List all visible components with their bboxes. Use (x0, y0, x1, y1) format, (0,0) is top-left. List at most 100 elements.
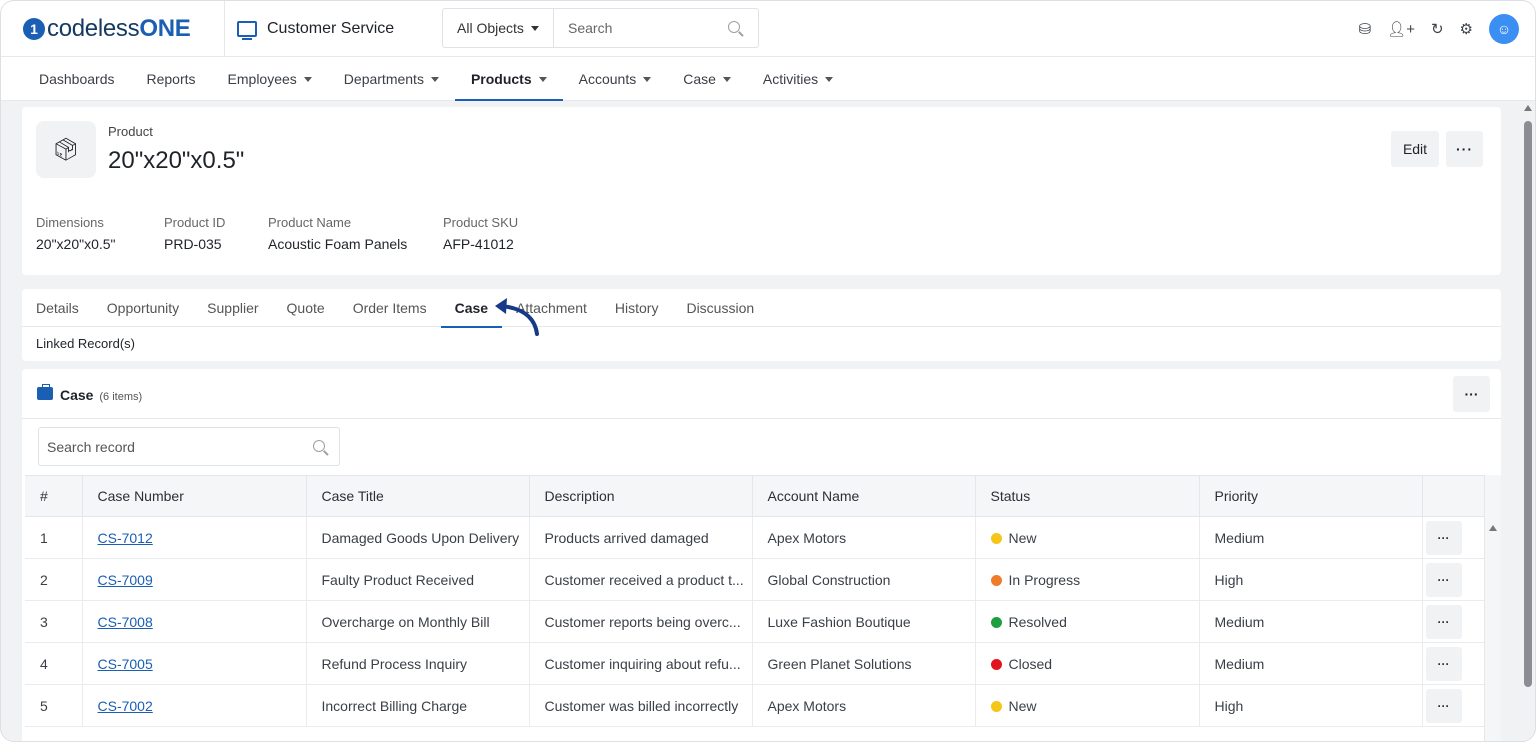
tab-discussion[interactable]: Discussion (672, 289, 768, 327)
priority-cell: Medium (1199, 600, 1423, 643)
record-title: 20"x20"x0.5" (108, 147, 245, 174)
tab-details[interactable]: Details (22, 289, 93, 327)
page-scrollbar[interactable] (1523, 105, 1532, 741)
priority-cell: High (1199, 558, 1423, 601)
product-header-card: 📦︎ Product 20"x20"x0.5" Edit ··· Dimensi… (22, 107, 1501, 275)
row-more-button[interactable]: ··· (1425, 562, 1462, 597)
related-tabs-card: Details Opportunity Supplier Quote Order… (22, 289, 1501, 361)
account-cell: Apex Motors (752, 684, 976, 727)
edit-button[interactable]: Edit (1391, 131, 1439, 167)
tab-quote[interactable]: Quote (273, 289, 339, 327)
history-icon[interactable]: ↻ (1431, 20, 1444, 38)
nav-activities[interactable]: Activities (747, 57, 849, 101)
row-action-cell: ··· (1422, 516, 1484, 559)
col-priority[interactable]: Priority (1199, 475, 1423, 517)
chevron-down-icon (538, 76, 547, 82)
add-user-icon[interactable]: 👤︎+ (1387, 20, 1415, 38)
object-select-value: All Objects (457, 20, 524, 36)
row-action-cell: ··· (1422, 684, 1484, 727)
gear-icon[interactable]: ⚙ (1460, 20, 1473, 38)
case-count: (6 items) (99, 391, 143, 403)
tab-supplier[interactable]: Supplier (193, 289, 272, 327)
search-placeholder: Search (568, 20, 613, 36)
nav-dashboards[interactable]: Dashboards (23, 57, 131, 101)
field-label: Dimensions (36, 215, 104, 230)
nav-case[interactable]: Case (667, 57, 747, 101)
nav-products[interactable]: Products (454, 57, 563, 101)
record-tabs: Details Opportunity Supplier Quote Order… (22, 289, 1501, 328)
case-title-cell: Overcharge on Monthly Bill (306, 600, 530, 643)
scroll-up-icon[interactable] (1489, 525, 1497, 531)
brand-logo[interactable]: 1 codelessONE (23, 15, 191, 43)
nav-employees[interactable]: Employees (212, 57, 328, 101)
case-number-cell: CS-7008 (82, 600, 307, 643)
description-cell: Products arrived damaged (529, 516, 753, 559)
row-more-button[interactable]: ··· (1425, 688, 1462, 723)
nav-reports[interactable]: Reports (131, 57, 212, 101)
tab-order-items[interactable]: Order Items (339, 289, 441, 327)
table-scrollbar[interactable] (1484, 475, 1501, 741)
col-index[interactable]: # (25, 475, 83, 517)
case-title-cell: Refund Process Inquiry (306, 642, 530, 685)
scroll-thumb[interactable] (1524, 121, 1532, 687)
case-number-link[interactable]: CS-7005 (98, 656, 153, 672)
case-number-cell: CS-7005 (82, 642, 307, 685)
search-icon[interactable] (728, 21, 740, 33)
field-product-sku: Product SKU AFP-41012 (443, 215, 518, 252)
account-cell: Global Construction (752, 558, 976, 601)
search-icon[interactable] (313, 440, 325, 452)
case-list-header: Case (6 items) ··· (22, 369, 1501, 419)
global-search-input[interactable]: Search (554, 9, 758, 47)
global-search-group: All Objects Search (442, 8, 759, 48)
col-case-number[interactable]: Case Number (82, 475, 307, 517)
row-index: 3 (25, 600, 83, 643)
status-cell: New (975, 684, 1200, 727)
row-more-button[interactable]: ··· (1425, 604, 1462, 639)
col-status[interactable]: Status (975, 475, 1200, 517)
col-description[interactable]: Description (529, 475, 753, 517)
linked-records-label: Linked Record(s) (36, 336, 135, 351)
nav-label: Products (470, 71, 532, 87)
case-table: # Case Number Case Title Description Acc… (25, 475, 1484, 727)
case-number-link[interactable]: CS-7002 (98, 698, 153, 714)
table-row: 5 CS-7002 Incorrect Billing Charge Custo… (25, 684, 1484, 727)
more-actions-button[interactable]: ··· (1446, 131, 1483, 167)
col-case-title[interactable]: Case Title (306, 475, 530, 517)
case-more-button[interactable]: ··· (1453, 376, 1490, 412)
priority-cell: Medium (1199, 516, 1423, 559)
scroll-up-icon[interactable] (1524, 105, 1532, 111)
top-icons: ⛁ 👤︎+ ↻ ⚙ ☺ (1343, 13, 1519, 45)
case-title-cell: Damaged Goods Upon Delivery (306, 516, 530, 559)
logo-text: codelessONE (47, 15, 191, 42)
row-index: 4 (25, 642, 83, 685)
nav-departments[interactable]: Departments (328, 57, 455, 101)
chevron-down-icon (722, 76, 731, 82)
record-search-input[interactable]: Search record (38, 427, 340, 466)
tab-opportunity[interactable]: Opportunity (93, 289, 193, 327)
top-bar: 1 codelessONE Customer Service All Objec… (1, 1, 1535, 57)
description-cell: Customer inquiring about refu... (529, 642, 753, 685)
nav-label: Activities (762, 71, 819, 87)
status-text: In Progress (1008, 571, 1081, 588)
user-avatar-icon[interactable]: ☺ (1489, 14, 1519, 44)
account-cell: Apex Motors (752, 516, 976, 559)
status-text: Resolved (1008, 613, 1067, 630)
col-account-name[interactable]: Account Name (752, 475, 976, 517)
case-number-link[interactable]: CS-7009 (98, 572, 153, 588)
app-switcher[interactable]: Customer Service (224, 1, 394, 57)
tab-history[interactable]: History (601, 289, 673, 327)
case-number-link[interactable]: CS-7012 (98, 530, 153, 546)
nav-accounts[interactable]: Accounts (563, 57, 668, 101)
database-icon[interactable]: ⛁ (1359, 20, 1372, 38)
chevron-down-icon (303, 76, 312, 82)
object-select[interactable]: All Objects (443, 9, 554, 47)
record-search-placeholder: Search record (47, 438, 135, 455)
case-list-title: Case (6 items) (60, 387, 142, 403)
case-number-link[interactable]: CS-7008 (98, 614, 153, 630)
row-more-button[interactable]: ··· (1425, 646, 1462, 681)
field-value: 20"x20"x0.5" (36, 236, 116, 252)
row-more-button[interactable]: ··· (1425, 520, 1462, 555)
annotation-arrow-icon (495, 298, 539, 336)
status-dot (990, 574, 1002, 586)
nav-label: Dashboards (39, 71, 115, 87)
